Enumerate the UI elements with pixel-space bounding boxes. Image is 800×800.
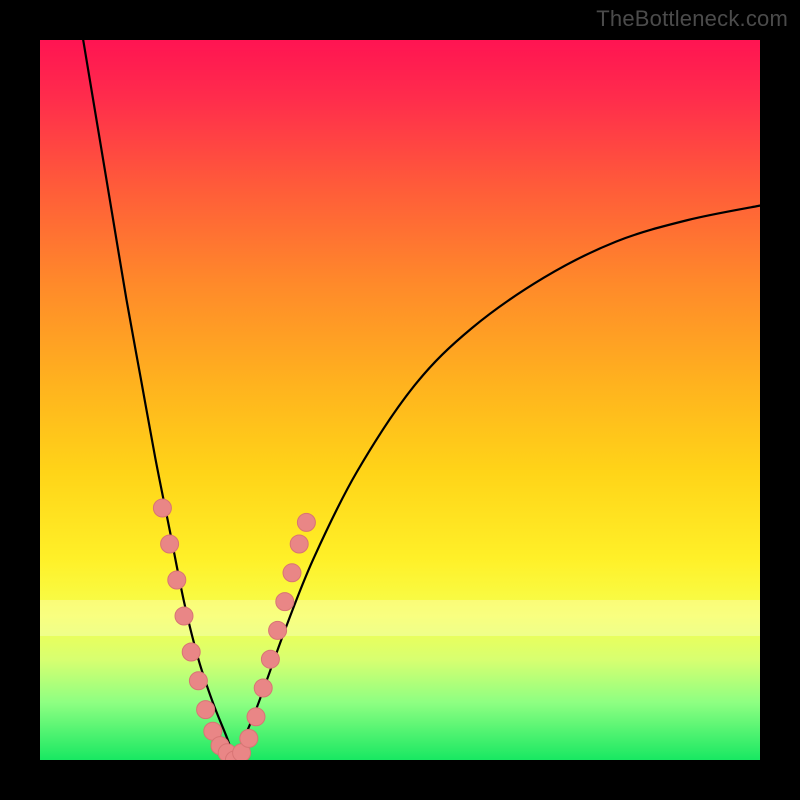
watermark-text: TheBottleneck.com bbox=[596, 6, 788, 32]
marker-dots bbox=[153, 499, 315, 760]
chart-frame: TheBottleneck.com bbox=[0, 0, 800, 800]
curve-right-branch bbox=[234, 206, 760, 760]
chart-svg bbox=[40, 40, 760, 760]
curve-left-branch bbox=[83, 40, 234, 760]
